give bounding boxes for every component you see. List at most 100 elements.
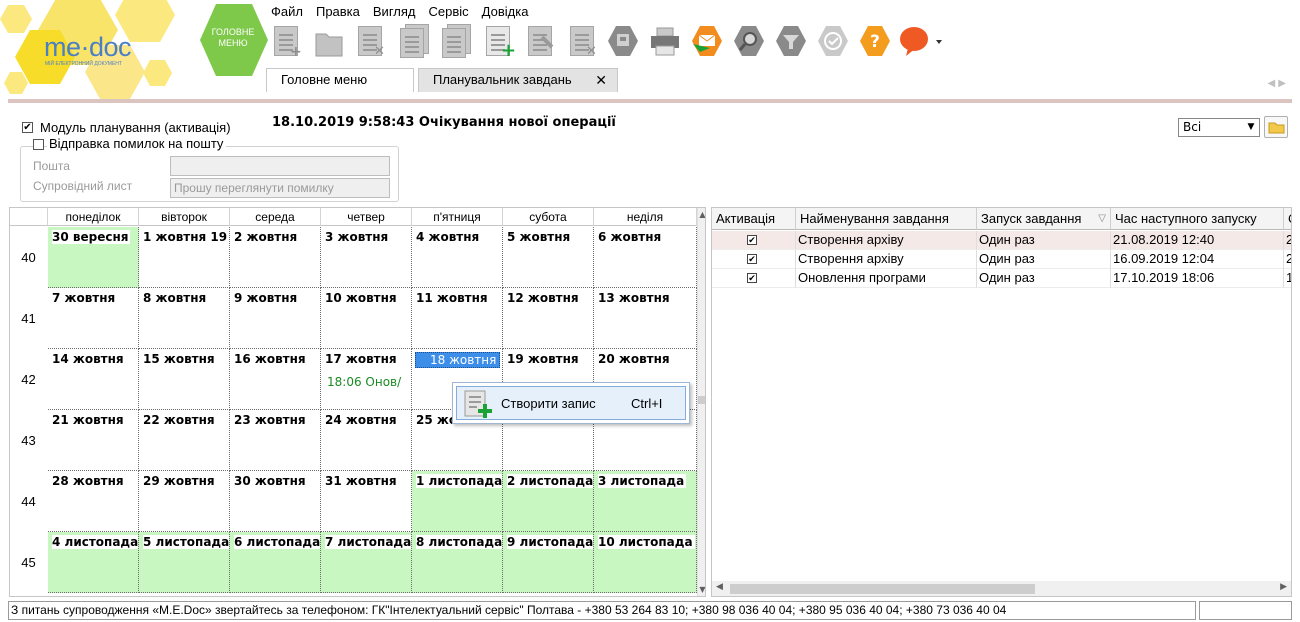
calendar-day-cell[interactable]: 6 листопада	[230, 532, 321, 593]
calendar-day-cell[interactable]: 1 листопада	[412, 471, 503, 532]
calendar-day-cell[interactable]: 7 листопада	[321, 532, 412, 593]
task-next-cell: 17.10.2019 18:06	[1111, 269, 1284, 288]
delete-document-icon[interactable]: ✕	[354, 22, 388, 60]
calendar-day-cell[interactable]: 8 жовтня	[139, 288, 230, 349]
close-tab-icon[interactable]: ✕	[595, 69, 607, 91]
calendar-day-cell[interactable]: 14 жовтня	[48, 349, 139, 410]
column-header-next-run[interactable]: Час наступного запуску	[1111, 208, 1284, 230]
calendar-day-cell[interactable]: 24 жовтня	[321, 410, 412, 471]
table-row[interactable]: ✔ Створення архіву Один раз 21.08.2019 12:4…	[712, 231, 1291, 250]
column-header-run[interactable]: Запуск завдання ▽	[977, 208, 1111, 230]
calendar-day-cell[interactable]: 22 жовтня	[139, 410, 230, 471]
calendar-day-cell[interactable]: 4 жовтня	[412, 227, 503, 288]
menu-edit[interactable]: Правка	[316, 4, 366, 19]
module-checkbox[interactable]: ✔	[22, 122, 33, 133]
activation-checkbox[interactable]: ✔	[747, 235, 757, 245]
mail-field[interactable]	[170, 156, 390, 176]
calendar-day-cell[interactable]: 5 листопада	[139, 532, 230, 593]
column-header-activation[interactable]: Активація	[712, 208, 796, 230]
column-header-name[interactable]: Найменування завдання	[796, 208, 977, 230]
tasks-horizontal-scrollbar[interactable]: ◀ ▶	[712, 581, 1291, 596]
check-icon[interactable]	[816, 22, 850, 60]
calendar-day-cell[interactable]: 8 листопада	[412, 532, 503, 593]
sort-icon[interactable]: ▽	[1098, 208, 1106, 229]
calendar-day-cell[interactable]: 16 жовтня	[230, 349, 321, 410]
calendar-day-cell[interactable]: 10 листопада	[594, 532, 697, 593]
scroll-right-icon[interactable]: ▶	[1280, 582, 1287, 592]
chevron-down-icon[interactable]: ▼	[1243, 119, 1259, 136]
activation-checkbox[interactable]: ✔	[747, 273, 757, 283]
task-run-cell: Один раз	[977, 269, 1111, 288]
search-icon[interactable]	[732, 22, 766, 60]
calendar-day-cell[interactable]: 1 жовтня 19	[139, 227, 230, 288]
calendar-day-cell[interactable]: 31 жовтня	[321, 471, 412, 532]
scroll-up-icon[interactable]: ▲	[698, 210, 705, 219]
tab-scroll-arrows[interactable]: ◀ ▶	[1267, 78, 1286, 89]
filter-select[interactable]: Всі ▼	[1178, 118, 1260, 137]
tab-main-menu[interactable]: Головне меню	[266, 68, 414, 92]
error-mail-checkbox[interactable]	[33, 139, 44, 150]
calendar-day-cell[interactable]: 11 жовтня	[412, 288, 503, 349]
send-envelope-icon[interactable]	[690, 22, 724, 60]
calendar-day-cell[interactable]: 28 жовтня	[48, 471, 139, 532]
calendar-day-cell[interactable]: 5 жовтня	[503, 227, 594, 288]
calendar-day-cell[interactable]: 21 жовтня	[48, 410, 139, 471]
chat-bubble-icon[interactable]	[898, 22, 942, 60]
calendar-day-cell[interactable]: 13 жовтня	[594, 288, 697, 349]
remove-document-icon[interactable]: ✕	[566, 22, 600, 60]
calendar-day-cell[interactable]: 29 жовтня	[139, 471, 230, 532]
menu-service[interactable]: Сервіс	[429, 4, 475, 19]
calendar-day-cell[interactable]: 3 жовтня	[321, 227, 412, 288]
calendar-day-cell[interactable]: 9 листопада	[503, 532, 594, 593]
week-number: 40	[21, 250, 36, 265]
open-document-icon[interactable]	[312, 22, 346, 60]
task-run-cell: Один раз	[977, 231, 1111, 250]
print-icon[interactable]	[648, 22, 682, 60]
task-next-cell: 16.09.2019 12:04	[1111, 250, 1284, 269]
scroll-thumb[interactable]	[730, 584, 1035, 594]
table-row[interactable]: ✔ Створення архіву Один раз 16.09.2019 12:0…	[712, 250, 1291, 269]
day-label: 4 жовтня	[416, 230, 482, 244]
copy-document-icon[interactable]	[398, 22, 432, 60]
day-label: 29 жовтня	[143, 474, 217, 488]
documents-icon[interactable]	[440, 22, 474, 60]
calendar-day-cell[interactable]: 6 жовтня	[594, 227, 697, 288]
menu-file[interactable]: Файл	[271, 4, 309, 19]
calendar-day-cell[interactable]: 7 жовтня	[48, 288, 139, 349]
calendar-day-cell[interactable]: 4 листопада	[48, 532, 139, 593]
activation-checkbox[interactable]: ✔	[747, 254, 757, 264]
calendar-day-cell[interactable]: 17 жовтня 18:06 Онов/	[321, 349, 412, 410]
day-label: 21 жовтня	[52, 413, 126, 427]
day-label: 31 жовтня	[325, 474, 399, 488]
tab-task-scheduler[interactable]: Планувальник завдань ✕	[418, 68, 618, 92]
column-header-status[interactable]: Ст	[1284, 208, 1291, 230]
scroll-thumb[interactable]	[698, 396, 705, 404]
calendar-day-cell[interactable]: 12 жовтня	[503, 288, 594, 349]
scroll-down-icon[interactable]: ▼	[698, 585, 705, 594]
create-record-menu-item[interactable]: Створити запис Ctrl+I	[456, 386, 686, 420]
calendar-day-cell[interactable]: 3 листопада	[594, 471, 697, 532]
menu-view[interactable]: Вигляд	[373, 4, 422, 19]
open-folder-button[interactable]	[1264, 116, 1288, 138]
filter-icon[interactable]	[774, 22, 808, 60]
calendar-day-cell[interactable]: 10 жовтня	[321, 288, 412, 349]
calendar-day-cell[interactable]: 30 вересня	[48, 227, 139, 288]
calendar-event[interactable]: 18:06 Онов/	[327, 375, 401, 389]
create-record-icon[interactable]: +	[482, 22, 516, 61]
archive-icon[interactable]	[606, 22, 640, 60]
cover-letter-field[interactable]: Прошу переглянути помилку	[170, 178, 390, 198]
calendar-day-cell[interactable]: 30 жовтня	[230, 471, 321, 532]
calendar-day-cell[interactable]: 2 жовтня	[230, 227, 321, 288]
calendar-day-cell[interactable]: 2 листопада	[503, 471, 594, 532]
edit-document-icon[interactable]	[524, 22, 558, 60]
calendar-scrollbar[interactable]: ▲ ▼	[697, 208, 705, 596]
calendar-day-cell[interactable]: 9 жовтня	[230, 288, 321, 349]
new-document-icon[interactable]: +	[270, 22, 304, 60]
help-icon[interactable]: ?	[858, 22, 892, 60]
table-row[interactable]: ✔ Оновлення програми Один раз 17.10.2019 18…	[712, 269, 1291, 288]
task-extra-cell: 1	[1284, 269, 1291, 288]
calendar-day-cell[interactable]: 23 жовтня	[230, 410, 321, 471]
menu-help[interactable]: Довідка	[482, 4, 535, 19]
scroll-left-icon[interactable]: ◀	[716, 582, 723, 592]
calendar-day-cell[interactable]: 15 жовтня	[139, 349, 230, 410]
